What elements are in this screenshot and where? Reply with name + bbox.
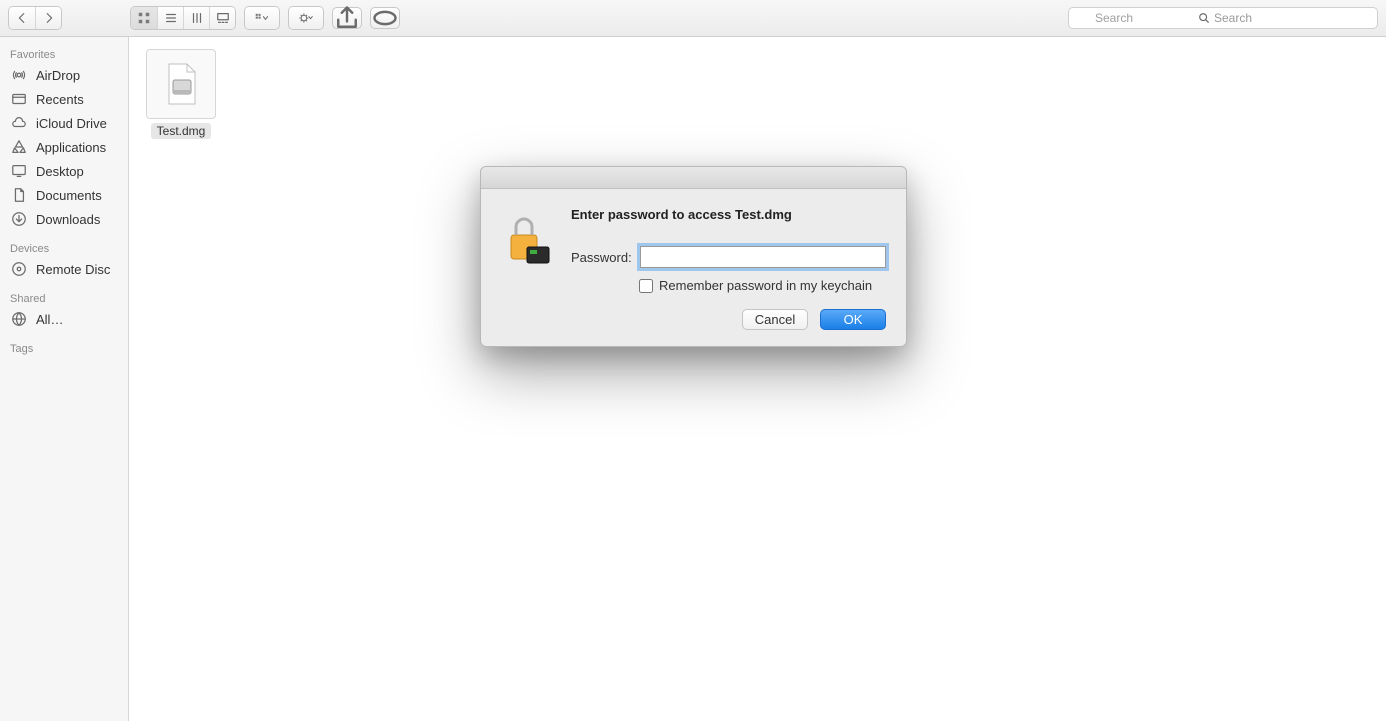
toolbar: Search bbox=[0, 0, 1386, 37]
sidebar: Favorites AirDrop Recents iCloud Drive A… bbox=[0, 37, 129, 721]
nav-group bbox=[8, 6, 62, 30]
file-name-label: Test.dmg bbox=[151, 123, 212, 139]
sidebar-item-label: Applications bbox=[36, 140, 106, 155]
file-item[interactable]: Test.dmg bbox=[141, 49, 221, 139]
action-menu-button[interactable] bbox=[289, 7, 323, 29]
tags-button[interactable] bbox=[370, 7, 400, 29]
sidebar-item-all-shared[interactable]: All… bbox=[0, 307, 128, 331]
recents-icon bbox=[10, 91, 28, 107]
search-input[interactable] bbox=[1068, 7, 1378, 29]
sidebar-item-label: AirDrop bbox=[36, 68, 80, 83]
share-button[interactable] bbox=[332, 7, 362, 29]
sidebar-item-applications[interactable]: Applications bbox=[0, 135, 128, 159]
sidebar-item-label: Remote Disc bbox=[36, 262, 110, 277]
cloud-icon bbox=[10, 115, 28, 131]
sidebar-header-favorites: Favorites bbox=[0, 45, 128, 63]
sidebar-item-label: Documents bbox=[36, 188, 102, 203]
main-area: Favorites AirDrop Recents iCloud Drive A… bbox=[0, 37, 1386, 721]
group-by-group bbox=[244, 6, 280, 30]
lock-disk-icon bbox=[501, 207, 553, 330]
airdrop-icon bbox=[10, 67, 28, 83]
sidebar-header-tags: Tags bbox=[0, 339, 128, 357]
sidebar-item-desktop[interactable]: Desktop bbox=[0, 159, 128, 183]
sidebar-item-label: Recents bbox=[36, 92, 84, 107]
sidebar-item-remote-disc[interactable]: Remote Disc bbox=[0, 257, 128, 281]
sidebar-item-airdrop[interactable]: AirDrop bbox=[0, 63, 128, 87]
sidebar-item-label: iCloud Drive bbox=[36, 116, 107, 131]
sidebar-item-label: All… bbox=[36, 312, 63, 327]
sidebar-item-label: Downloads bbox=[36, 212, 100, 227]
documents-icon bbox=[10, 187, 28, 203]
sidebar-item-downloads[interactable]: Downloads bbox=[0, 207, 128, 231]
remember-label: Remember password in my keychain bbox=[659, 278, 872, 293]
sidebar-item-recents[interactable]: Recents bbox=[0, 87, 128, 111]
dmg-file-icon bbox=[146, 49, 216, 119]
sidebar-header-shared: Shared bbox=[0, 289, 128, 307]
ok-button[interactable]: OK bbox=[820, 309, 886, 330]
gallery-view-button[interactable] bbox=[209, 7, 235, 29]
dialog-heading: Enter password to access Test.dmg bbox=[571, 207, 886, 222]
cancel-button[interactable]: Cancel bbox=[742, 309, 808, 330]
back-button[interactable] bbox=[9, 7, 35, 29]
group-by-button[interactable] bbox=[245, 7, 279, 29]
forward-button[interactable] bbox=[35, 7, 61, 29]
view-mode-group bbox=[130, 6, 236, 30]
sidebar-item-label: Desktop bbox=[36, 164, 84, 179]
action-menu-group bbox=[288, 6, 324, 30]
downloads-icon bbox=[10, 211, 28, 227]
desktop-icon bbox=[10, 163, 28, 179]
dialog-titlebar bbox=[481, 167, 906, 189]
password-dialog: Enter password to access Test.dmg Passwo… bbox=[480, 166, 907, 347]
applications-icon bbox=[10, 139, 28, 155]
sidebar-item-icloud[interactable]: iCloud Drive bbox=[0, 111, 128, 135]
sidebar-item-documents[interactable]: Documents bbox=[0, 183, 128, 207]
password-input[interactable] bbox=[640, 246, 886, 268]
icon-view-button[interactable] bbox=[131, 7, 157, 29]
list-view-button[interactable] bbox=[157, 7, 183, 29]
password-label: Password: bbox=[571, 250, 632, 265]
search-wrap: Search bbox=[1068, 7, 1378, 29]
remember-checkbox[interactable] bbox=[639, 279, 653, 293]
column-view-button[interactable] bbox=[183, 7, 209, 29]
disc-icon bbox=[10, 261, 28, 277]
globe-icon bbox=[10, 311, 28, 327]
sidebar-header-devices: Devices bbox=[0, 239, 128, 257]
content-area[interactable]: Test.dmg bbox=[129, 37, 1386, 721]
